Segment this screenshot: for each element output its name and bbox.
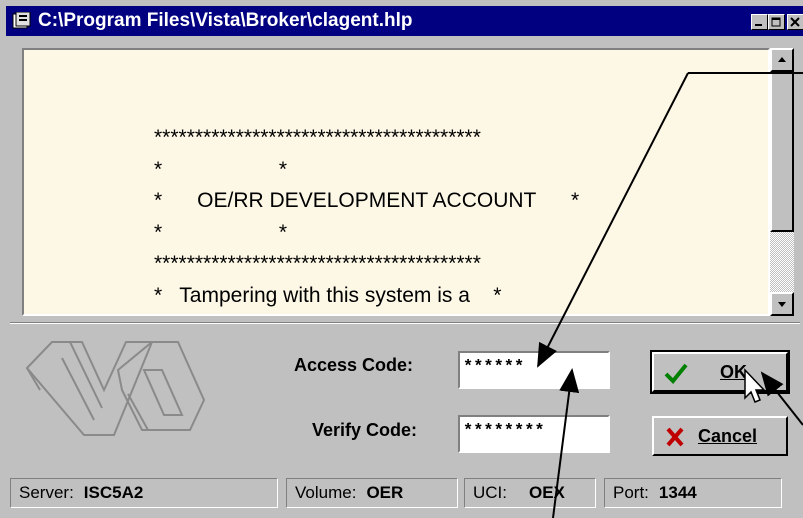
arrow-up-icon — [778, 57, 786, 62]
verify-code-label: Verify Code: — [312, 420, 418, 440]
verify-code-field[interactable]: ******** — [458, 415, 610, 453]
scroll-down-button[interactable] — [770, 292, 794, 316]
title-bar[interactable]: C:\Program Files\Vista\Broker\clagent.hl… — [6, 6, 803, 36]
uci-label: UCI: — [473, 483, 507, 502]
window-title: C:\Program Files\Vista\Broker\clagent.hl… — [38, 10, 413, 31]
cancel-button-label: Cancel — [698, 426, 758, 446]
x-icon — [666, 427, 684, 447]
scroll-thumb[interactable] — [770, 72, 794, 232]
va-logo — [25, 341, 206, 436]
server-panel: Server: ISC5A2 — [10, 478, 278, 508]
access-code-label: Access Code: — [294, 355, 414, 375]
volume-value: OER — [366, 483, 404, 502]
server-value: ISC5A2 — [83, 483, 144, 502]
volume-panel: Volume: OER — [286, 478, 458, 508]
arrow-down-icon — [778, 302, 786, 307]
help-text-pane[interactable]: ****************************************… — [22, 48, 770, 316]
cancel-button[interactable]: Cancel — [652, 416, 788, 456]
ok-button[interactable]: OK — [650, 350, 790, 394]
scroll-up-button[interactable] — [770, 48, 794, 72]
close-icon — [790, 17, 800, 27]
maximize-button[interactable] — [768, 14, 785, 30]
ok-button-label: OK — [720, 362, 747, 382]
maximize-icon — [771, 17, 781, 27]
help-file-icon — [12, 12, 31, 29]
access-code-field[interactable]: ****** — [458, 351, 610, 389]
minimize-icon — [755, 24, 762, 26]
separator — [10, 322, 800, 324]
help-text: ****************************************… — [154, 126, 580, 307]
login-window: C:\Program Files\Vista\Broker\clagent.hl… — [0, 0, 803, 518]
minimize-button[interactable] — [751, 14, 768, 30]
server-label: Server: — [19, 483, 74, 502]
uci-panel: UCI: OEX — [464, 478, 596, 508]
port-value: 1344 — [658, 483, 697, 502]
uci-value: OEX — [529, 483, 565, 502]
checkmark-icon — [664, 363, 688, 384]
port-panel: Port: 1344 — [604, 478, 782, 508]
vertical-scrollbar[interactable] — [770, 48, 794, 316]
status-bar: Server: ISC5A2 Volume: OER UCI: OEX Port: 13… — [10, 474, 800, 510]
volume-label: Volume: — [295, 483, 357, 502]
close-button[interactable] — [787, 14, 803, 30]
port-label: Port: — [613, 483, 649, 502]
